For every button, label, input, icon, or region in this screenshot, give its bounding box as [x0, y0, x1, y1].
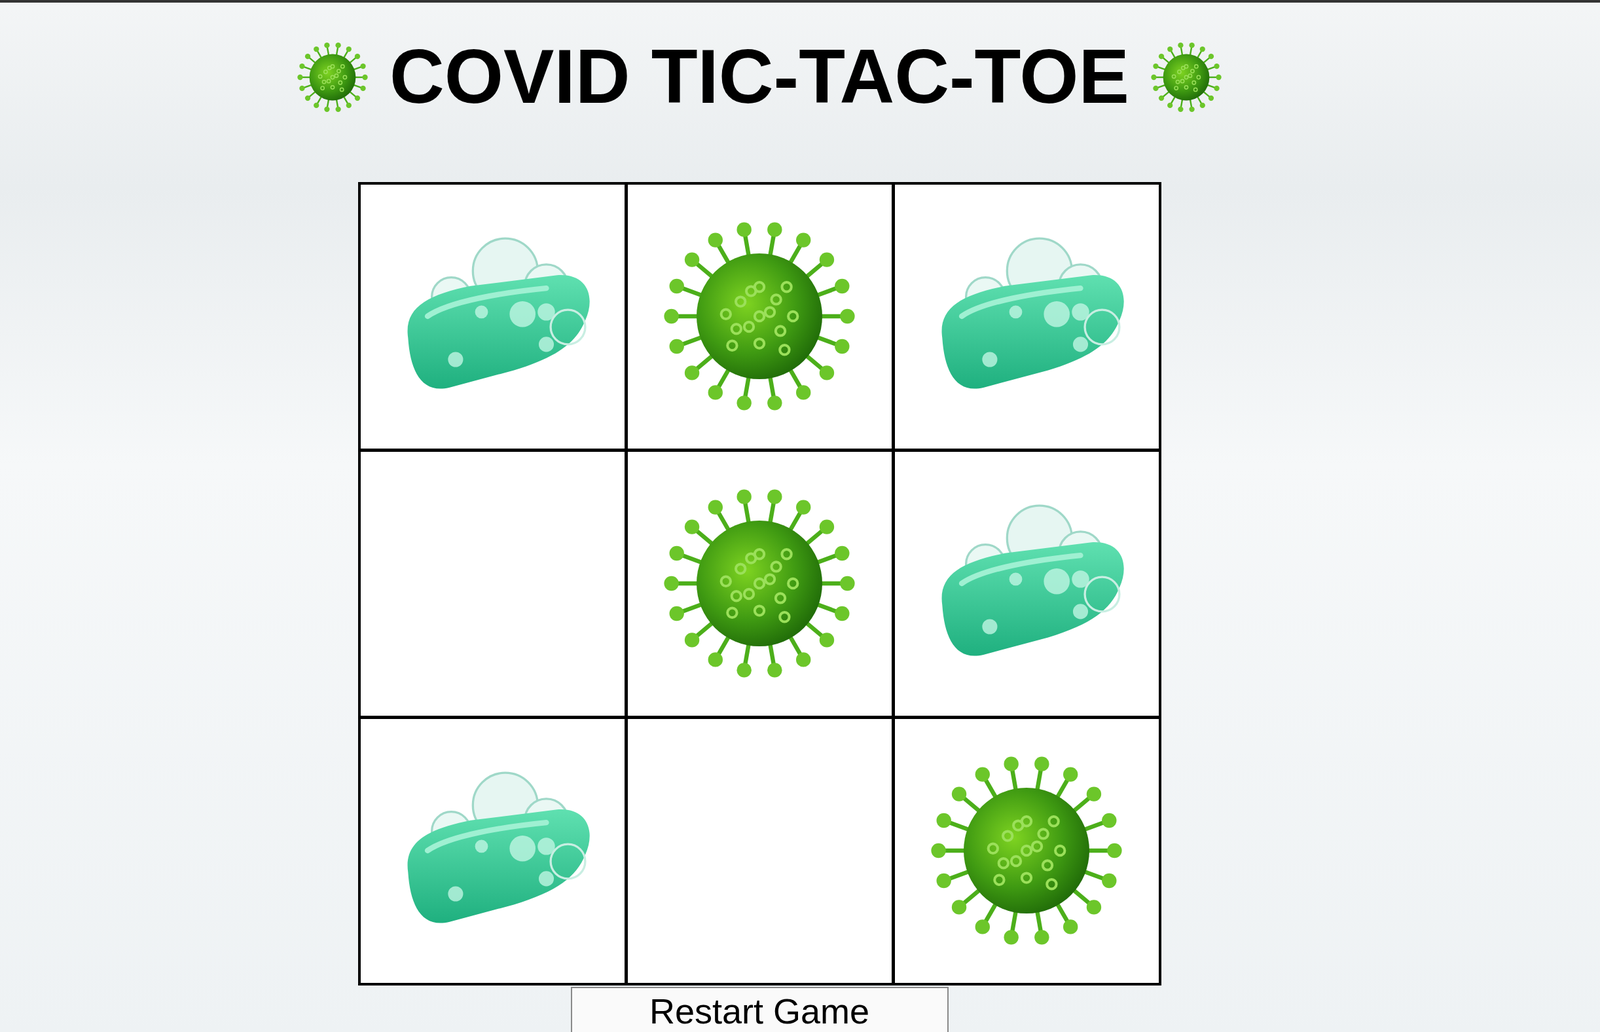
board-cell[interactable] [627, 718, 892, 983]
board-cell[interactable] [627, 451, 892, 716]
board-cell[interactable] [894, 184, 1159, 449]
board-cell[interactable] [894, 718, 1159, 983]
virus-icon [654, 211, 865, 421]
soap-icon [918, 208, 1135, 425]
virus-icon [654, 478, 865, 689]
board-cell[interactable] [894, 451, 1159, 716]
soap-icon [918, 475, 1135, 692]
board-cell[interactable] [360, 451, 625, 716]
background-photo: COVID TIC-TAC-TOE Restart Game [0, 0, 1600, 1032]
title-row: COVID TIC-TAC-TOE [293, 35, 1225, 120]
game-board [358, 181, 1162, 986]
restart-button[interactable]: Restart Game [570, 986, 949, 1032]
soap-icon [384, 208, 601, 425]
virus-icon [293, 38, 372, 116]
virus-icon [1147, 38, 1225, 116]
virus-icon [921, 745, 1132, 956]
soap-icon [384, 742, 601, 959]
board-cell[interactable] [360, 718, 625, 983]
board-cell[interactable] [627, 184, 892, 449]
game-title: COVID TIC-TAC-TOE [389, 35, 1130, 120]
board-cell[interactable] [360, 184, 625, 449]
